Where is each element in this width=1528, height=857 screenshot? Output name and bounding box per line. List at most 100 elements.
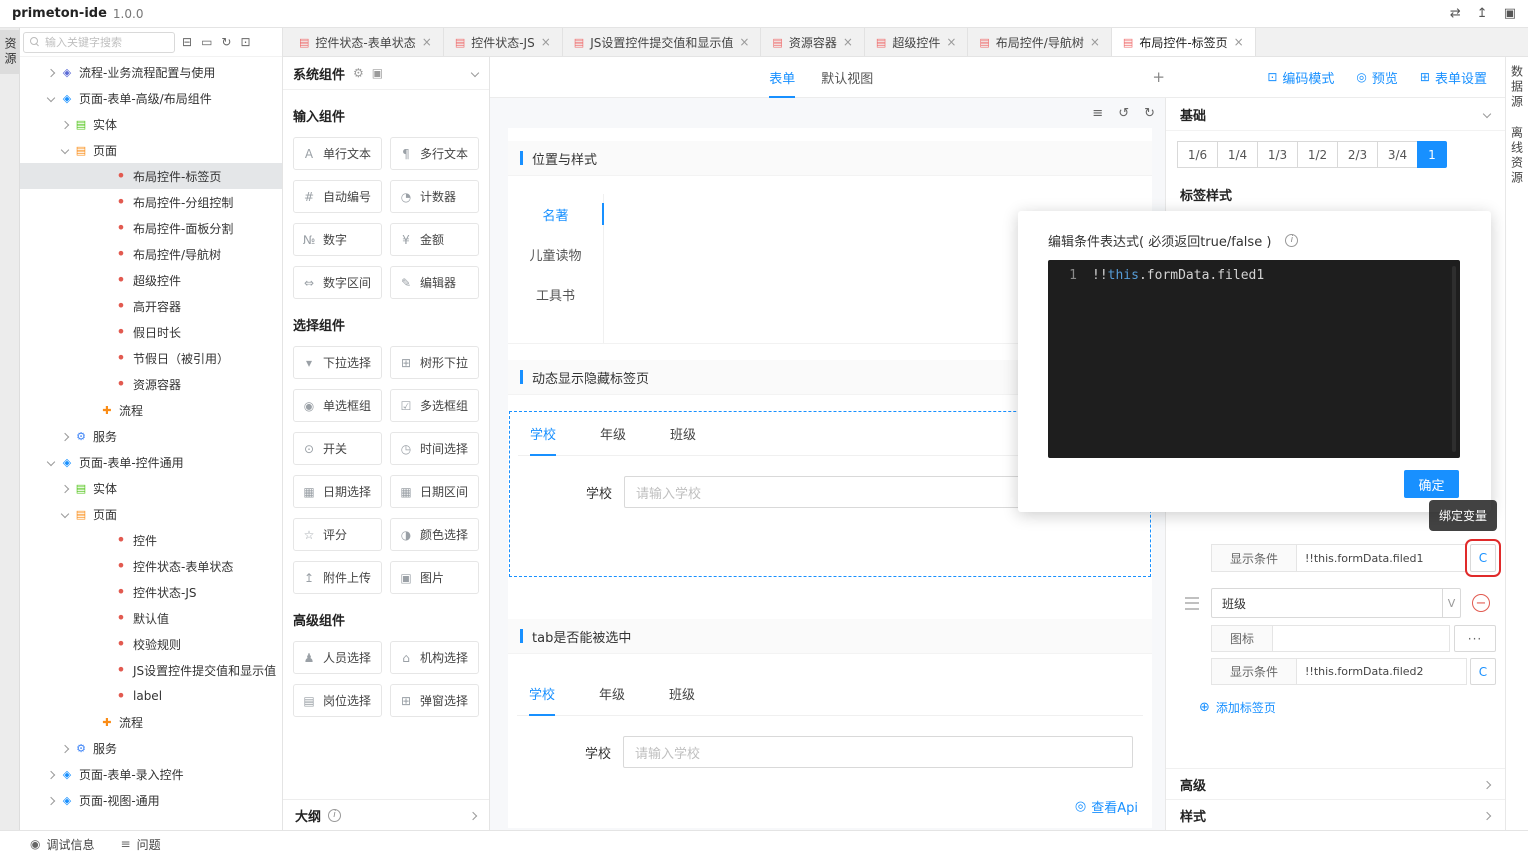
canvas-tab[interactable]: 年级 [599, 672, 625, 715]
width-option-button[interactable]: 1/2 [1297, 141, 1338, 168]
sync-icon[interactable]: ⇄ [1450, 6, 1461, 21]
school-input[interactable]: 请输入学校 [623, 736, 1133, 768]
vertical-tab[interactable]: 名著 [508, 194, 603, 234]
canvas-tab[interactable]: 年级 [600, 412, 626, 455]
vertical-tab[interactable]: 儿童读物 [508, 234, 603, 274]
icon-value[interactable] [1273, 625, 1450, 652]
search-input[interactable]: 输入关键字搜索 [23, 32, 175, 53]
tree-item[interactable]: • 校验规则 [20, 631, 282, 657]
refresh-icon[interactable]: ↻ [221, 35, 231, 49]
add-view-button[interactable]: + [1152, 57, 1165, 97]
tree-item[interactable]: • label [20, 683, 282, 709]
header-link[interactable]: ◎ 预览 [1356, 68, 1398, 87]
chevron-down-icon[interactable] [470, 69, 479, 78]
canvas-tab[interactable]: 学校 [529, 672, 555, 715]
palette-component[interactable]: ⇔ 数字区间 [293, 266, 382, 299]
close-icon[interactable]: × [422, 35, 432, 49]
edit-condition-button[interactable]: C [1470, 658, 1496, 685]
tree-item[interactable]: • 布局控件/导航树 [20, 241, 282, 267]
tree-item[interactable]: • 控件 [20, 527, 282, 553]
palette-component[interactable]: ¶ 多行文本 [390, 137, 479, 170]
outline-icon[interactable]: ≡ [1092, 106, 1103, 121]
publish-icon[interactable]: ↥ [1477, 6, 1488, 21]
tree-item[interactable]: • 假日时长 [20, 319, 282, 345]
view-tab[interactable]: 表单 [769, 57, 795, 97]
tree-item[interactable]: ✚ 流程 [20, 709, 282, 735]
canvas-tab[interactable]: 班级 [670, 412, 696, 455]
palette-component[interactable]: # 自动编号 [293, 180, 382, 213]
chevron-right-icon[interactable] [1482, 811, 1491, 820]
tree-item[interactable]: • JS设置控件提交值和显示值 [20, 657, 282, 683]
view-tab[interactable]: 默认视图 [821, 57, 873, 97]
palette-component[interactable]: ▦ 日期选择 [293, 475, 382, 508]
style-section-header[interactable]: 样式 [1166, 799, 1505, 830]
tree-item[interactable]: ◈ 页面-表单-录入控件 [20, 761, 282, 787]
chevron-right-icon[interactable] [468, 811, 477, 820]
vertical-tab[interactable]: 工具书 [508, 274, 603, 314]
tree-item[interactable]: ◈ 页面-表单-高级/布局组件 [20, 85, 282, 111]
chevron-icon[interactable] [60, 484, 69, 493]
tree-item[interactable]: ▤ 实体 [20, 475, 282, 501]
palette-component[interactable]: ⌂ 机构选择 [390, 641, 479, 674]
chevron-icon[interactable] [60, 432, 69, 441]
condition-expression-2[interactable]: !!this.formData.filed2 [1297, 658, 1467, 685]
width-option-button[interactable]: 1/4 [1217, 141, 1258, 168]
close-icon[interactable]: × [946, 35, 956, 49]
tabs-widget[interactable]: 学校 年级 班级 [509, 672, 1151, 768]
chevron-icon[interactable] [46, 770, 55, 779]
document-tab[interactable]: ▤ 资源容器 × [761, 28, 864, 56]
chevron-icon[interactable] [46, 68, 55, 77]
right-strip-tab[interactable]: 数据源 [1509, 65, 1526, 110]
undo-icon[interactable]: ↺ [1118, 106, 1129, 121]
close-icon[interactable]: × [541, 35, 551, 49]
palette-component[interactable]: ▤ 岗位选择 [293, 684, 382, 717]
tree-item[interactable]: • 布局控件-标签页 [20, 163, 282, 189]
chevron-right-icon[interactable] [1482, 780, 1491, 789]
status-bar-item[interactable]: ◉ 调试信息 [30, 836, 95, 853]
tree-item[interactable]: ◈ 页面-视图-通用 [20, 787, 282, 813]
tree-item[interactable]: ▤ 实体 [20, 111, 282, 137]
locate-icon[interactable]: ⊡ [240, 35, 250, 49]
width-option-button[interactable]: 1 [1417, 141, 1447, 168]
header-link[interactable]: ⊞ 表单设置 [1420, 68, 1487, 87]
tree-item[interactable]: • 布局控件-分组控制 [20, 189, 282, 215]
chevron-icon[interactable] [46, 94, 55, 103]
document-tab[interactable]: ▤ 控件状态-表单状态 × [288, 28, 444, 56]
import-icon[interactable]: ⊟ [182, 35, 192, 49]
tree-item[interactable]: ◈ 流程-业务流程配置与使用 [20, 59, 282, 85]
chevron-icon[interactable] [46, 458, 55, 467]
confirm-button[interactable]: 确定 [1404, 470, 1459, 498]
palette-component[interactable]: ◷ 时间选择 [390, 432, 479, 465]
remove-tab-button[interactable]: − [1472, 594, 1490, 612]
tree-item[interactable]: ◈ 页面-表单-控件通用 [20, 449, 282, 475]
panel-toggle-icon[interactable]: ▣ [372, 66, 383, 80]
canvas-tab[interactable]: 学校 [530, 412, 556, 455]
tree-item[interactable]: ✚ 流程 [20, 397, 282, 423]
document-tab[interactable]: ▤ 控件状态-JS × [444, 28, 563, 56]
palette-component[interactable]: ¥ 金额 [390, 223, 479, 256]
outline-footer[interactable]: 大纲 i [283, 799, 489, 830]
save-icon[interactable]: ▣ [1504, 6, 1516, 21]
palette-component[interactable]: ◉ 单选框组 [293, 389, 382, 422]
close-icon[interactable]: × [739, 35, 749, 49]
activity-tab-resources[interactable]: 资源 [0, 30, 19, 74]
condition-expression-1[interactable]: !!this.formData.filed1 [1297, 544, 1467, 572]
tree-item[interactable]: • 节假日（被引用） [20, 345, 282, 371]
tree-item[interactable]: • 控件状态-表单状态 [20, 553, 282, 579]
tree-item[interactable]: ▤ 页面 [20, 501, 282, 527]
tree-item[interactable]: • 默认值 [20, 605, 282, 631]
chevron-icon[interactable] [60, 510, 69, 519]
tree-item[interactable]: • 布局控件-面板分割 [20, 215, 282, 241]
palette-component[interactable]: № 数字 [293, 223, 382, 256]
close-icon[interactable]: × [1090, 35, 1100, 49]
chevron-down-icon[interactable] [1482, 110, 1491, 119]
chevron-icon[interactable] [60, 744, 69, 753]
palette-header[interactable]: 系统组件 ⚙ ▣ [283, 57, 489, 90]
drag-handle-icon[interactable] [1185, 597, 1199, 610]
palette-component[interactable]: A 单行文本 [293, 137, 382, 170]
document-tab[interactable]: ▤ JS设置控件提交值和显示值 × [563, 28, 762, 56]
document-tab[interactable]: ▤ 布局控件/导航树 × [968, 28, 1112, 56]
basic-section-header[interactable]: 基础 [1166, 98, 1505, 131]
tree-item[interactable]: ▤ 页面 [20, 137, 282, 163]
tree-item[interactable]: ⚙ 服务 [20, 423, 282, 449]
